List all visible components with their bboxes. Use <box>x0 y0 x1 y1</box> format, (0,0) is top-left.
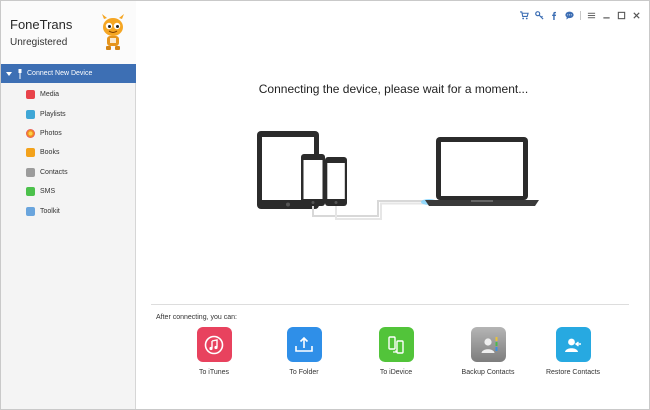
backup-contacts-button[interactable]: Backup Contacts <box>453 327 523 376</box>
close-icon[interactable] <box>632 11 641 20</box>
maximize-icon[interactable] <box>617 11 626 20</box>
sidebar: FoneTrans Unregistered Connect New Devic… <box>1 1 136 409</box>
menu-icon[interactable] <box>587 11 596 20</box>
sidebar-item-label: Photos <box>40 129 62 137</box>
restore-contacts-icon[interactable] <box>555 327 591 362</box>
plug-icon <box>18 68 22 79</box>
sidebar-item-photos[interactable]: Photos <box>1 124 136 143</box>
action-label: To iDevice <box>379 369 413 376</box>
actions-divider <box>151 304 629 305</box>
to-folder-button[interactable]: To Folder <box>269 327 339 376</box>
cart-icon[interactable] <box>520 10 529 20</box>
sidebar-item-label: SMS <box>40 188 56 196</box>
itunes-icon[interactable] <box>196 327 232 362</box>
mascot-logo-icon <box>102 14 124 50</box>
playlists-icon <box>26 109 35 119</box>
media-icon <box>26 90 35 100</box>
connecting-message: Connecting the device, please wait for a… <box>258 82 529 96</box>
key-icon[interactable] <box>535 10 544 20</box>
sidebar-item-contacts[interactable]: Contacts <box>1 163 136 182</box>
sidebar-item-label: Media <box>40 91 60 99</box>
sidebar-item-playlists[interactable]: Playlists <box>1 104 136 123</box>
sidebar-item-books[interactable]: Books <box>1 143 136 162</box>
sidebar-item-label: Contacts <box>40 168 68 176</box>
chat-icon[interactable] <box>565 11 574 20</box>
folder-upload-icon[interactable] <box>286 327 322 362</box>
books-icon <box>26 148 35 158</box>
sidebar-item-toolkit[interactable]: Toolkit <box>1 201 136 220</box>
after-connecting-label: After connecting, you can: <box>156 314 237 321</box>
minimize-icon[interactable] <box>602 11 611 20</box>
titlebar-controls <box>520 9 641 21</box>
sidebar-item-sms[interactable]: SMS <box>1 182 136 201</box>
device-connection-illustration <box>257 131 539 220</box>
sidebar-item-label: Books <box>40 149 60 157</box>
sidebar-item-label: Playlists <box>40 110 66 118</box>
action-label: To Folder <box>289 369 319 376</box>
connect-new-device-item[interactable]: Connect New Device <box>1 64 136 83</box>
titlebar-separator <box>580 10 581 20</box>
sms-icon <box>26 187 35 197</box>
sidebar-item-media[interactable]: Media <box>1 85 136 104</box>
connect-new-device-label: Connect New Device <box>27 70 93 77</box>
contacts-icon <box>26 167 35 177</box>
action-label: Backup Contacts <box>461 369 515 376</box>
action-label: Restore Contacts <box>545 369 601 376</box>
to-itunes-button[interactable]: To iTunes <box>179 327 249 376</box>
photos-icon <box>26 128 35 138</box>
registration-status[interactable]: Unregistered <box>10 37 67 48</box>
idevice-transfer-icon[interactable] <box>378 327 414 362</box>
to-idevice-button[interactable]: To iDevice <box>361 327 431 376</box>
sidebar-item-label: Toolkit <box>40 207 60 215</box>
facebook-icon[interactable] <box>550 11 559 20</box>
expand-caret-icon[interactable] <box>6 71 12 76</box>
app-window: FoneTrans Unregistered Connect New Devic… <box>0 0 650 410</box>
sidebar-nav: Media Playlists Photos Books Contacts SM… <box>1 85 136 221</box>
backup-contacts-icon[interactable] <box>470 327 506 362</box>
action-label: To iTunes <box>198 369 230 376</box>
app-name: FoneTrans <box>10 17 73 32</box>
restore-contacts-button[interactable]: Restore Contacts <box>538 327 608 376</box>
toolkit-icon <box>26 206 35 216</box>
brand-area: FoneTrans Unregistered <box>1 1 136 64</box>
